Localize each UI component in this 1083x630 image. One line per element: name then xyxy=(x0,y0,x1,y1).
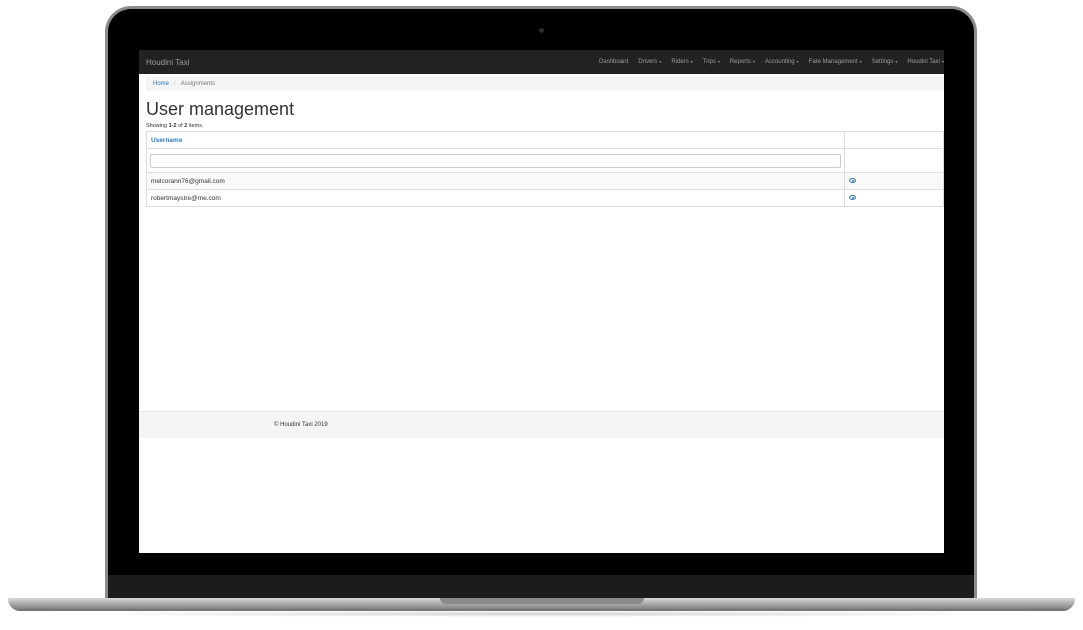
view-action-cell xyxy=(844,172,944,190)
breadcrumb-current: Assignments xyxy=(180,81,216,87)
nav-fare-management[interactable]: Fare Management ▾ xyxy=(809,59,862,65)
laptop-mockup: Houdini Taxi Dashboard Drivers ▾ Riders ▾ … xyxy=(0,0,1083,630)
caret-down-icon: ▾ xyxy=(659,59,662,64)
nav-riders[interactable]: Riders ▾ xyxy=(671,59,692,65)
page-title: User management xyxy=(146,99,295,119)
breadcrumb-home[interactable]: Home xyxy=(153,81,169,87)
filter-cell xyxy=(146,148,845,173)
table-row: robertmaystre@me.com xyxy=(146,189,944,207)
page-footer: © Houdini Taxi 2019 xyxy=(139,411,944,438)
nav-drivers[interactable]: Drivers ▾ xyxy=(638,59,661,65)
nav-settings[interactable]: Settings ▾ xyxy=(872,59,898,65)
username-filter-input[interactable] xyxy=(150,153,841,168)
laptop-chin xyxy=(108,575,974,600)
breadcrumb-separator: / xyxy=(174,81,176,87)
app-screen: Houdini Taxi Dashboard Drivers ▾ Riders ▾ … xyxy=(139,50,944,553)
nav-account-menu[interactable]: Houdini Taxi ▾ xyxy=(907,59,944,65)
users-table: Username melcorann76@gmail.com robertmay… xyxy=(146,131,944,207)
top-navbar: Houdini Taxi Dashboard Drivers ▾ Riders ▾ … xyxy=(139,50,944,74)
caret-down-icon: ▾ xyxy=(690,59,693,64)
caret-down-icon: ▾ xyxy=(941,59,944,64)
filter-row xyxy=(146,148,944,173)
caret-down-icon: ▾ xyxy=(717,59,720,64)
view-action-cell xyxy=(844,189,944,207)
username-cell: robertmaystre@me.com xyxy=(146,189,845,207)
grid-summary: Showing 1-2 of 2 items. xyxy=(146,123,204,129)
nav-trips[interactable]: Trips ▾ xyxy=(703,59,720,65)
main-nav: Dashboard Drivers ▾ Riders ▾ Trips ▾ Report… xyxy=(589,59,944,65)
nav-dashboard[interactable]: Dashboard xyxy=(599,59,628,65)
laptop-shadow xyxy=(40,611,1043,617)
camera-dot xyxy=(539,28,544,33)
caret-down-icon: ▾ xyxy=(796,59,799,64)
table-header-row: Username xyxy=(146,131,944,149)
eye-icon[interactable] xyxy=(849,195,856,201)
nav-accounting[interactable]: Accounting ▾ xyxy=(765,59,799,65)
column-header-username[interactable]: Username xyxy=(146,131,845,149)
filter-cell-empty xyxy=(844,148,944,173)
breadcrumb: Home / Assignments xyxy=(146,77,944,91)
column-header-actions xyxy=(844,131,944,149)
eye-icon[interactable] xyxy=(849,178,856,184)
brand-link[interactable]: Houdini Taxi xyxy=(146,58,189,67)
footer-copyright: © Houdini Taxi 2019 xyxy=(274,422,328,428)
table-row: melcorann76@gmail.com xyxy=(146,172,944,190)
nav-reports[interactable]: Reports ▾ xyxy=(730,59,755,65)
username-cell: melcorann76@gmail.com xyxy=(146,172,845,190)
laptop-notch xyxy=(440,598,644,604)
caret-down-icon: ▾ xyxy=(859,59,862,64)
caret-down-icon: ▾ xyxy=(895,59,898,64)
caret-down-icon: ▾ xyxy=(752,59,755,64)
